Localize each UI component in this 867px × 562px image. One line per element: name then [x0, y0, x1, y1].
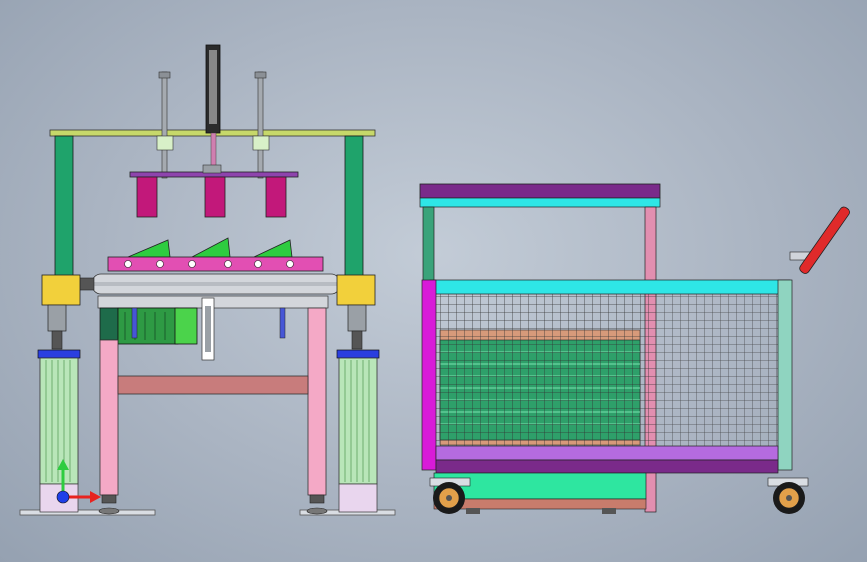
- wedge-2: [191, 237, 231, 258]
- cad-scene: [19, 44, 851, 516]
- caster-right: [767, 477, 809, 514]
- mesh-cart-model[interactable]: [419, 183, 851, 514]
- cart-top-rail: [429, 279, 791, 295]
- cart-bottom-rail: [435, 445, 779, 461]
- leg-left: [99, 339, 119, 496]
- wedge-3: [253, 239, 293, 258]
- leg-right: [307, 307, 327, 496]
- clamp-right: [336, 274, 376, 306]
- cart-post-left: [421, 279, 437, 471]
- motor-coupling: [99, 307, 119, 341]
- cart-lid: [419, 183, 661, 199]
- guide-rod-right: [257, 71, 264, 179]
- coordinate-triad-icon: [56, 459, 101, 504]
- column-left: [54, 135, 74, 277]
- cart-handle: [799, 206, 850, 274]
- column-right: [344, 135, 364, 277]
- cad-viewport[interactable]: [0, 0, 867, 562]
- cart-post-right: [777, 279, 793, 471]
- press-head-2: [204, 176, 226, 218]
- wedge-1: [127, 239, 171, 258]
- clamp-left: [41, 274, 81, 306]
- crossbar: [117, 375, 309, 395]
- guide-rod-left: [161, 71, 168, 179]
- press-head-1: [136, 176, 158, 218]
- motor: [117, 307, 179, 345]
- press-head-3: [265, 176, 287, 218]
- press-machine-model[interactable]: [19, 44, 396, 516]
